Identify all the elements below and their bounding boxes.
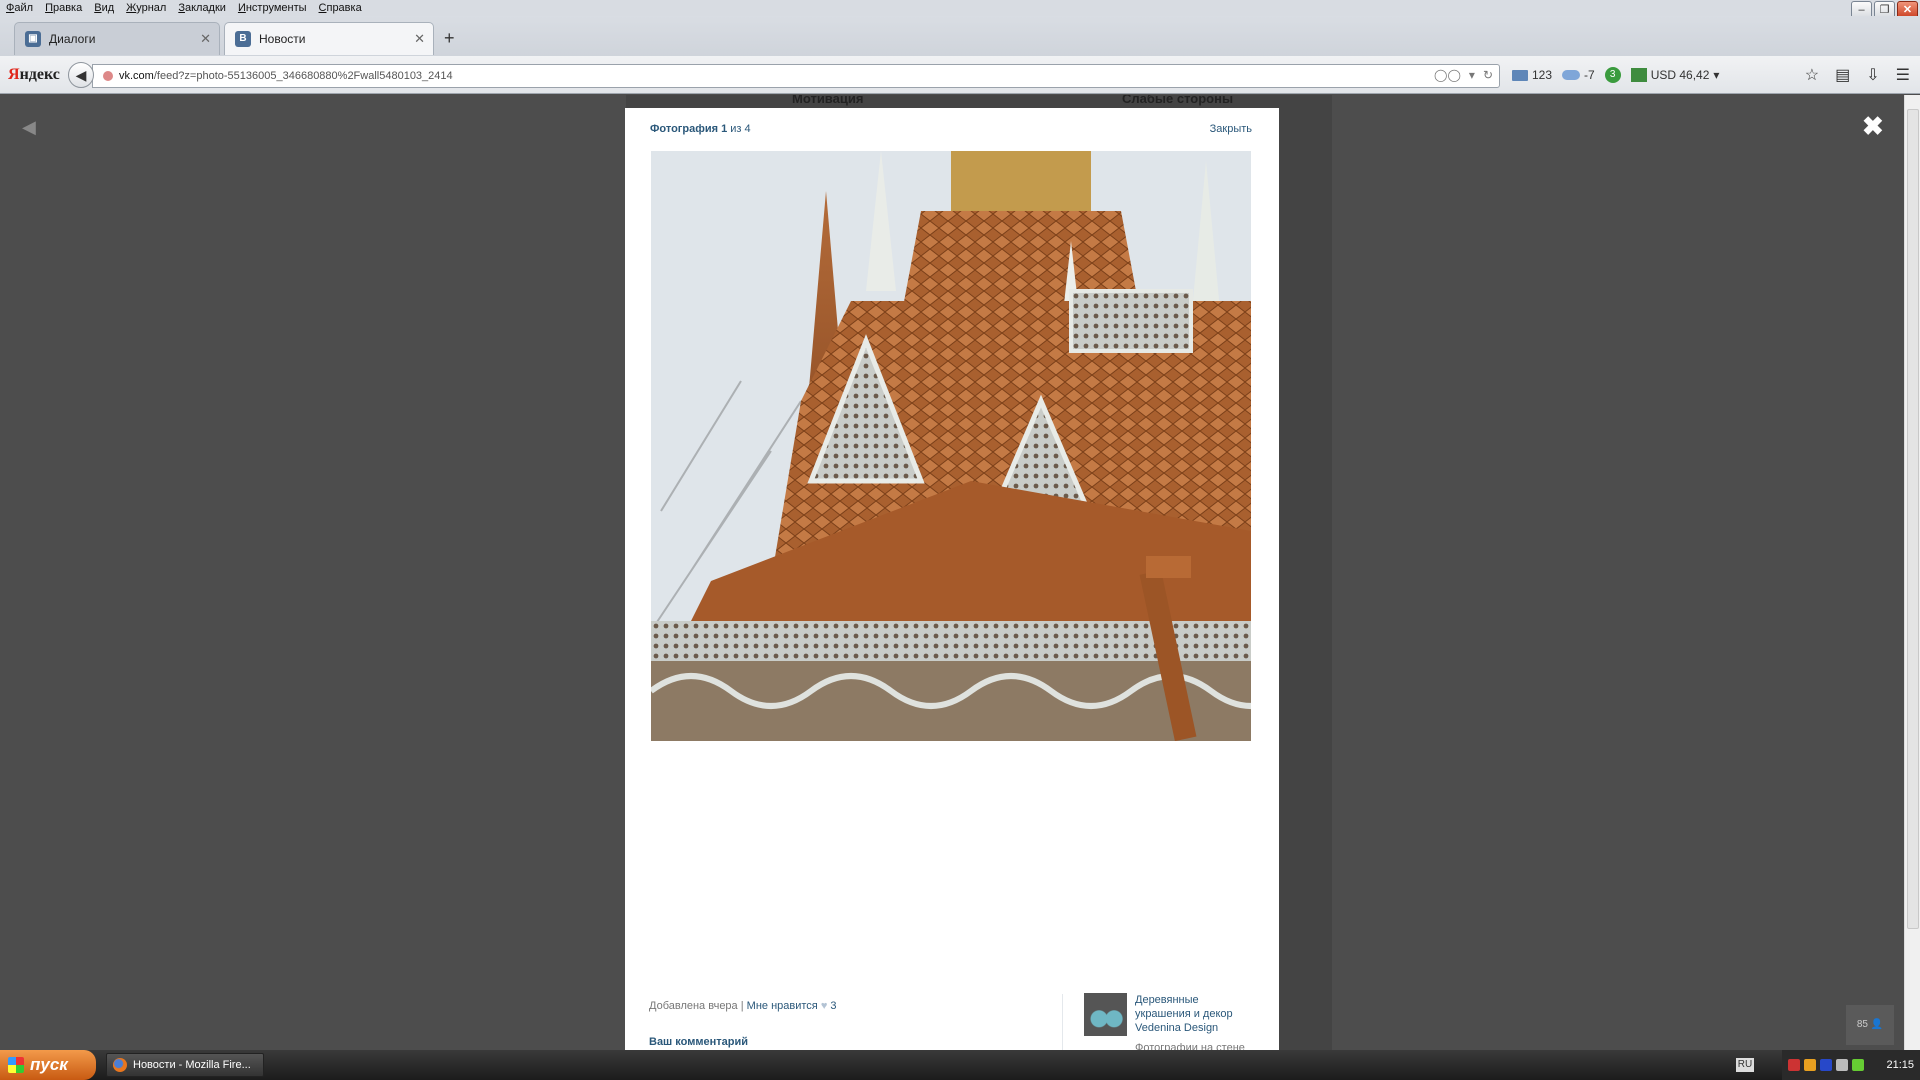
taskbar: пуск Новости - Mozilla Fire... RU 21:15 [0,1050,1920,1080]
taskbar-firefox-window[interactable]: Новости - Mozilla Fire... [106,1053,264,1077]
tab-label: Новости [259,32,306,46]
tab-dialogs[interactable]: ▣ Диалоги ✕ [14,22,220,55]
network-icon[interactable] [1852,1059,1864,1071]
photo-meta: Добавлена вчера | Мне нравится ♥ 3 [649,1000,837,1012]
comment-label: Ваш комментарий [649,1036,749,1048]
menu-history[interactable]: Журнал [126,2,166,14]
toolbar-icons: ☆ ▤ ⇩ ☰ [1805,65,1910,85]
url-path: /feed?z=photo-55136005_346680880%2Fwall5… [153,70,453,82]
close-tab-icon[interactable]: ✕ [200,31,211,47]
photo-viewer: Фотография 1 из 4 Закрыть Добавлена вчер… [625,108,1279,1050]
page-content: Мотивация Слабые стороны ◀ ✖ Фотография … [0,95,1920,1050]
language-indicator[interactable]: RU [1736,1058,1754,1072]
online-friends-button[interactable]: 85 👤 [1846,1005,1894,1045]
background-text: Слабые стороны [1122,95,1234,106]
chart-icon [1630,68,1647,82]
tray-app-icon[interactable] [1804,1059,1816,1071]
yandex-logo[interactable]: Яндекс [8,66,60,84]
like-button[interactable]: Мне нравится [747,1000,818,1012]
photo[interactable] [651,151,1251,741]
currency-widget[interactable]: USD 46,42 ▾ [1630,68,1719,82]
background-text: Мотивация [792,95,864,106]
badge-widget[interactable]: 3 [1604,67,1621,83]
close-tab-icon[interactable]: ✕ [414,31,425,47]
menu-file[interactable]: Файл [6,2,33,14]
clipboard-icon[interactable]: ▤ [1835,65,1850,85]
mail-icon [1512,69,1528,81]
dropdown-arrow-icon[interactable]: ▾ [1469,68,1475,82]
star-icon[interactable]: ☆ [1805,65,1819,85]
volume-icon[interactable] [1836,1059,1848,1071]
reload-icon[interactable]: ↻ [1483,68,1493,82]
mail-widget[interactable]: 123 [1512,68,1552,82]
weather-widget[interactable]: -7 [1562,68,1595,82]
divider [1062,994,1063,1050]
vk-messages-icon: ▣ [25,31,41,47]
tab-label: Диалоги [49,32,96,46]
previous-photo-arrow-icon[interactable]: ◀ [22,117,36,138]
scrollbar[interactable] [1904,95,1920,1050]
vk-icon: B [235,31,251,47]
site-identity-icon[interactable] [103,71,113,81]
album-subtitle: Фотографии на стене сообщества [1135,1042,1245,1050]
new-tab-button[interactable]: + [444,28,455,49]
address-bar[interactable]: vk.com /feed?z=photo-55136005_346680880%… [92,64,1500,88]
windows-logo-icon [8,1057,24,1073]
yandex-widgets: 123 -7 3 USD 46,42 ▾ [1512,67,1719,83]
menu-edit[interactable]: Правка [45,2,82,14]
antivirus-icon[interactable] [1788,1059,1800,1071]
system-tray: 21:15 [1782,1050,1920,1080]
url-domain: vk.com [119,70,154,82]
menu-tools[interactable]: Инструменты [238,2,307,14]
menu-view[interactable]: Вид [94,2,114,14]
cloud-icon [1562,70,1581,80]
close-link[interactable]: Закрыть [1210,123,1252,135]
like-count: 3 [830,1000,837,1012]
wooden-church-image [651,151,1251,741]
album-title-link[interactable]: Деревянные украшения и декор Vedenina De… [1135,993,1245,1035]
photo-counter: Фотография 1 из 4 [650,123,751,135]
navigation-bar: Яндекс vk.com /feed?z=photo-55136005_346… [0,56,1920,94]
close-viewer-icon[interactable]: ✖ [1862,111,1884,142]
menu-bookmarks[interactable]: Закладки [178,2,226,14]
scrollbar-thumb[interactable] [1907,109,1919,929]
download-icon[interactable]: ⇩ [1866,65,1879,85]
media-icon[interactable] [1820,1059,1832,1071]
tab-bar: ▣ Диалоги ✕ B Новости ✕ + [0,16,1920,56]
start-button[interactable]: пуск [0,1050,96,1080]
tab-news[interactable]: B Новости ✕ [224,22,434,55]
address-bar-actions: ◯◯ ▾ ↻ [1434,68,1493,82]
firefox-icon [113,1058,127,1072]
dropdown-arrow-icon[interactable]: ▾ [1713,68,1719,82]
menu-bar: Файл Правка Вид Журнал Закладки Инструме… [0,0,1920,20]
back-button[interactable]: ◀ [68,62,94,88]
album-thumbnail[interactable] [1084,993,1127,1036]
reader-icon[interactable]: ◯◯ [1434,68,1461,82]
menu-help[interactable]: Справка [319,2,362,14]
heart-icon[interactable]: ♥ [821,1000,828,1012]
hamburger-menu-icon[interactable]: ☰ [1896,65,1910,85]
clock: 21:15 [1886,1059,1914,1071]
